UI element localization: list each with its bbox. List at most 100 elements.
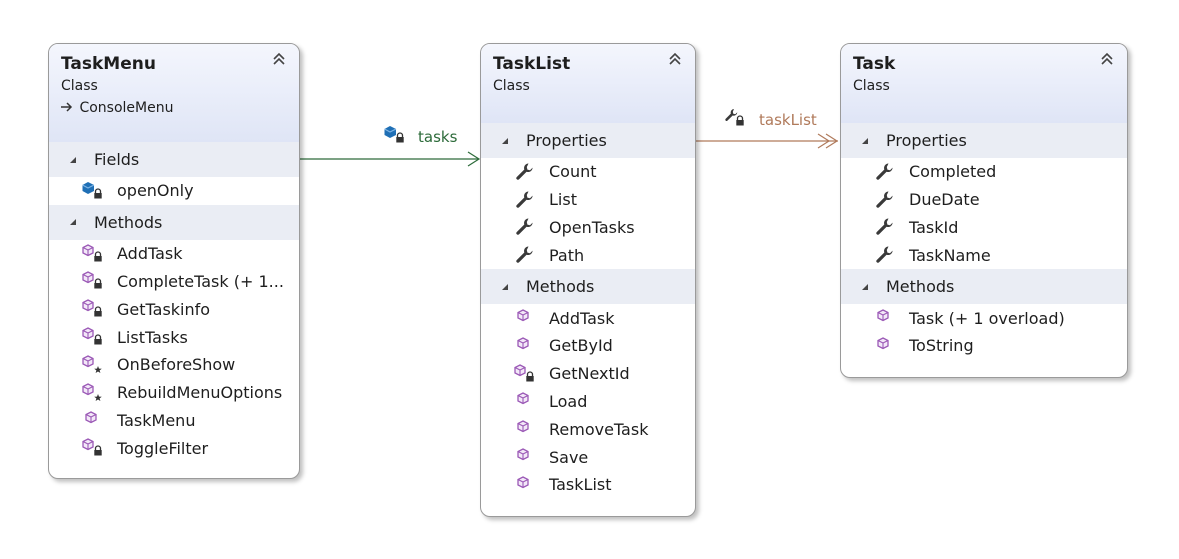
method-public-icon [81,410,105,430]
method-item-label: OnBeforeShow [117,355,236,375]
property-item[interactable]: List [481,186,695,214]
base-class-name: ConsoleMenu [79,100,174,116]
class-kind: Class [853,78,890,94]
method-protected-icon [81,382,105,403]
method-item[interactable]: RemoveTask [481,415,695,443]
wrench-icon [513,162,537,182]
section-methods[interactable]: Methods [49,204,299,240]
property-item[interactable]: TaskId [841,214,1127,242]
method-item-label: Save [549,447,589,467]
section-label: Fields [94,150,140,169]
tasklist-association-line [694,133,839,149]
collapse-triangle-icon[interactable] [498,283,508,290]
wrench-icon [513,190,537,210]
method-item[interactable]: CompleteTask (+ 1... [49,268,299,296]
class-task-header[interactable]: Task Class [841,44,1127,123]
section-label: Methods [94,212,163,232]
method-item[interactable]: Load [481,388,695,416]
method-item[interactable]: ToString [841,332,1127,360]
property-item[interactable]: TaskName [841,241,1127,269]
property-list: Count List OpenTasks Path [481,158,695,269]
property-item-label: Count [549,162,597,182]
method-item[interactable]: AddTask [49,240,299,268]
wrench-icon [873,245,897,265]
method-public-icon [513,447,537,467]
section-methods[interactable]: Methods [841,269,1127,305]
field-item[interactable]: openOnly [49,177,299,205]
section-fields[interactable]: Fields [49,142,299,177]
class-task[interactable]: Task Class Properties Completed DueDate … [840,43,1128,378]
collapse-icon[interactable] [667,51,683,67]
inheritance-arrow-icon [61,102,73,112]
method-item-label: AddTask [549,308,615,328]
method-item-label: GetById [549,336,613,356]
wrench-icon [513,217,537,237]
method-public-icon [513,475,537,495]
method-item-label: RemoveTask [549,419,649,439]
method-public-icon [513,336,537,356]
tasklist-association-label[interactable]: taskList [759,111,817,129]
method-item[interactable]: ToggleFilter [49,434,299,462]
property-item-label: Path [549,245,585,265]
method-item[interactable]: TaskList [481,471,695,499]
section-methods[interactable]: Methods [481,269,695,305]
method-item[interactable]: GetTaskinfo [49,295,299,323]
class-taskmenu-header[interactable]: TaskMenu Class ConsoleMenu [49,44,299,142]
field-list: openOnly [49,177,299,205]
collapse-triangle-icon[interactable] [858,283,868,290]
collapse-triangle-icon[interactable] [498,137,508,144]
wrench-icon [873,190,897,210]
field-item-label: openOnly [117,181,194,201]
collapse-triangle-icon[interactable] [858,137,868,144]
collapse-triangle-icon[interactable] [66,219,76,226]
method-item-label: Task (+ 1 overload) [909,308,1065,328]
property-item[interactable]: Count [481,158,695,186]
class-name: TaskList [493,54,571,74]
method-item[interactable]: Save [481,443,695,471]
property-item-label: TaskId [909,217,959,237]
class-taskmenu[interactable]: TaskMenu Class ConsoleMenu Fields openOn… [48,43,300,479]
method-item[interactable]: ListTasks [49,323,299,351]
method-item-label: GetTaskinfo [117,299,211,319]
property-item[interactable]: Completed [841,158,1127,186]
method-item-label: ToggleFilter [117,438,209,458]
method-private-icon [81,299,105,319]
wrench-icon [513,245,537,265]
class-tasklist-header[interactable]: TaskList Class [481,44,695,123]
section-label: Methods [886,277,955,297]
property-item-label: DueDate [909,190,980,210]
method-list: AddTask CompleteTask (+ 1... GetTaskinfo… [49,240,299,462]
collapse-triangle-icon[interactable] [66,156,76,163]
collapse-icon[interactable] [271,51,287,67]
section-properties[interactable]: Properties [841,123,1127,158]
method-item[interactable]: RebuildMenuOptions [49,379,299,407]
property-item[interactable]: Path [481,241,695,269]
property-item-label: Completed [909,162,997,182]
property-item-label: TaskName [909,245,991,265]
method-item[interactable]: OnBeforeShow [49,351,299,379]
method-item[interactable]: AddTask [481,304,695,332]
method-item[interactable]: GetNextId [481,360,695,388]
method-item[interactable]: Task (+ 1 overload) [841,304,1127,332]
method-list: AddTask GetById GetNextId Load RemoveTas… [481,304,695,499]
method-item[interactable]: TaskMenu [49,407,299,435]
method-item-label: RebuildMenuOptions [117,383,283,403]
property-item[interactable]: OpenTasks [481,214,695,242]
property-item[interactable]: DueDate [841,186,1127,214]
collapse-icon[interactable] [1099,51,1115,67]
class-tasklist[interactable]: TaskList Class Properties Count List Ope… [480,43,696,517]
class-name: TaskMenu [61,54,156,74]
tasks-association-label[interactable]: tasks [418,128,457,146]
class-name: Task [853,54,896,74]
property-list: Completed DueDate TaskId TaskName [841,158,1127,269]
method-item-label: TaskList [549,475,612,495]
base-class: ConsoleMenu [61,97,287,120]
field-private-icon [81,181,105,201]
method-item-label: AddTask [117,244,183,264]
method-protected-icon [81,355,105,375]
method-item[interactable]: GetById [481,332,695,360]
section-properties[interactable]: Properties [481,123,695,158]
method-private-icon [81,243,105,264]
method-list: Task (+ 1 overload) ToString [841,304,1127,360]
class-kind: Class [493,78,530,94]
